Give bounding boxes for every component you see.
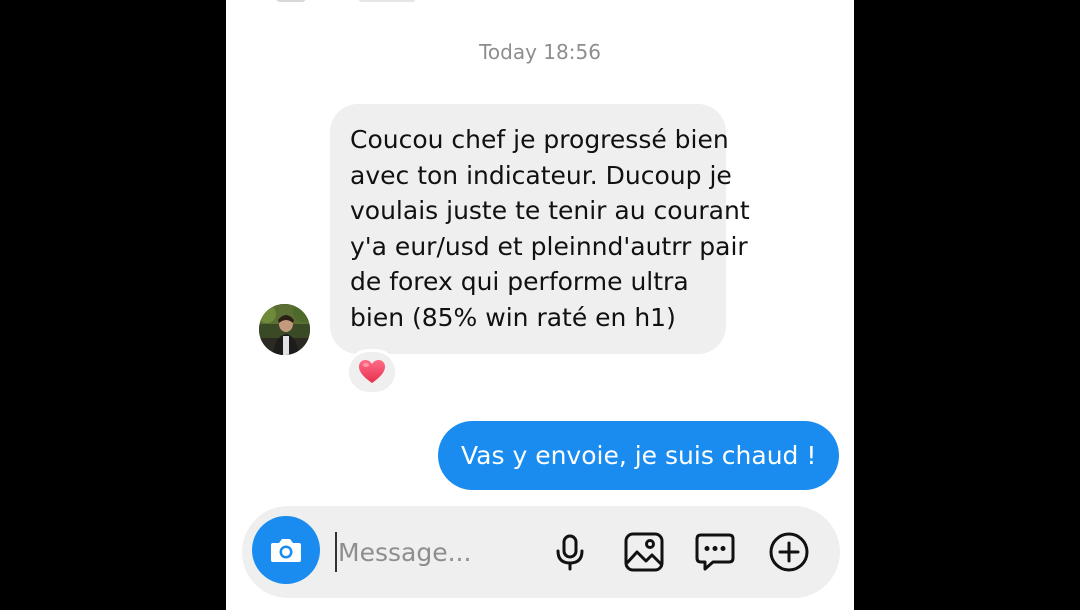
- outgoing-message-bubble[interactable]: Vas y envoie, je suis chaud !: [438, 421, 839, 490]
- heart-icon: [359, 360, 385, 383]
- message-text-line: y'a eur/usd et pleinnd'autrr pair: [350, 231, 748, 261]
- header-remnant: [358, 0, 416, 2]
- outgoing-message-text: Vas y envoie, je suis chaud !: [461, 441, 817, 470]
- message-text-line: avec ton indicateur. Ducoup je: [350, 160, 732, 190]
- gallery-icon: [624, 532, 664, 572]
- header-remnant: [276, 0, 306, 2]
- message-input[interactable]: [338, 528, 528, 576]
- message-composer: [242, 506, 840, 598]
- message-reaction[interactable]: [346, 349, 398, 395]
- plus-icon: [769, 532, 809, 572]
- microphone-icon: [556, 534, 584, 571]
- sticker-button[interactable]: [693, 530, 737, 574]
- sender-avatar[interactable]: [259, 304, 310, 355]
- camera-button[interactable]: [252, 516, 320, 584]
- voice-message-button[interactable]: [548, 530, 592, 574]
- message-text-line: Coucou chef je progressé bien: [350, 125, 729, 154]
- camera-icon: [271, 539, 301, 562]
- message-text-line: voulais juste te tenir au courant: [350, 196, 750, 225]
- message-text-line: de forex qui performe ultra: [350, 267, 689, 296]
- sticker-icon: [695, 533, 735, 571]
- gallery-button[interactable]: [622, 530, 666, 574]
- message-text-line: bien (85% win raté en h1): [350, 302, 676, 332]
- message-timestamp: Today 18:56: [479, 40, 601, 64]
- chat-screen: Today 18:56 Coucou chef je progressé bie…: [226, 0, 854, 610]
- text-cursor: [335, 532, 337, 572]
- incoming-message-bubble[interactable]: Coucou chef je progressé bien avec ton i…: [330, 104, 750, 354]
- avatar-image: [259, 304, 310, 355]
- add-content-button[interactable]: [767, 530, 811, 574]
